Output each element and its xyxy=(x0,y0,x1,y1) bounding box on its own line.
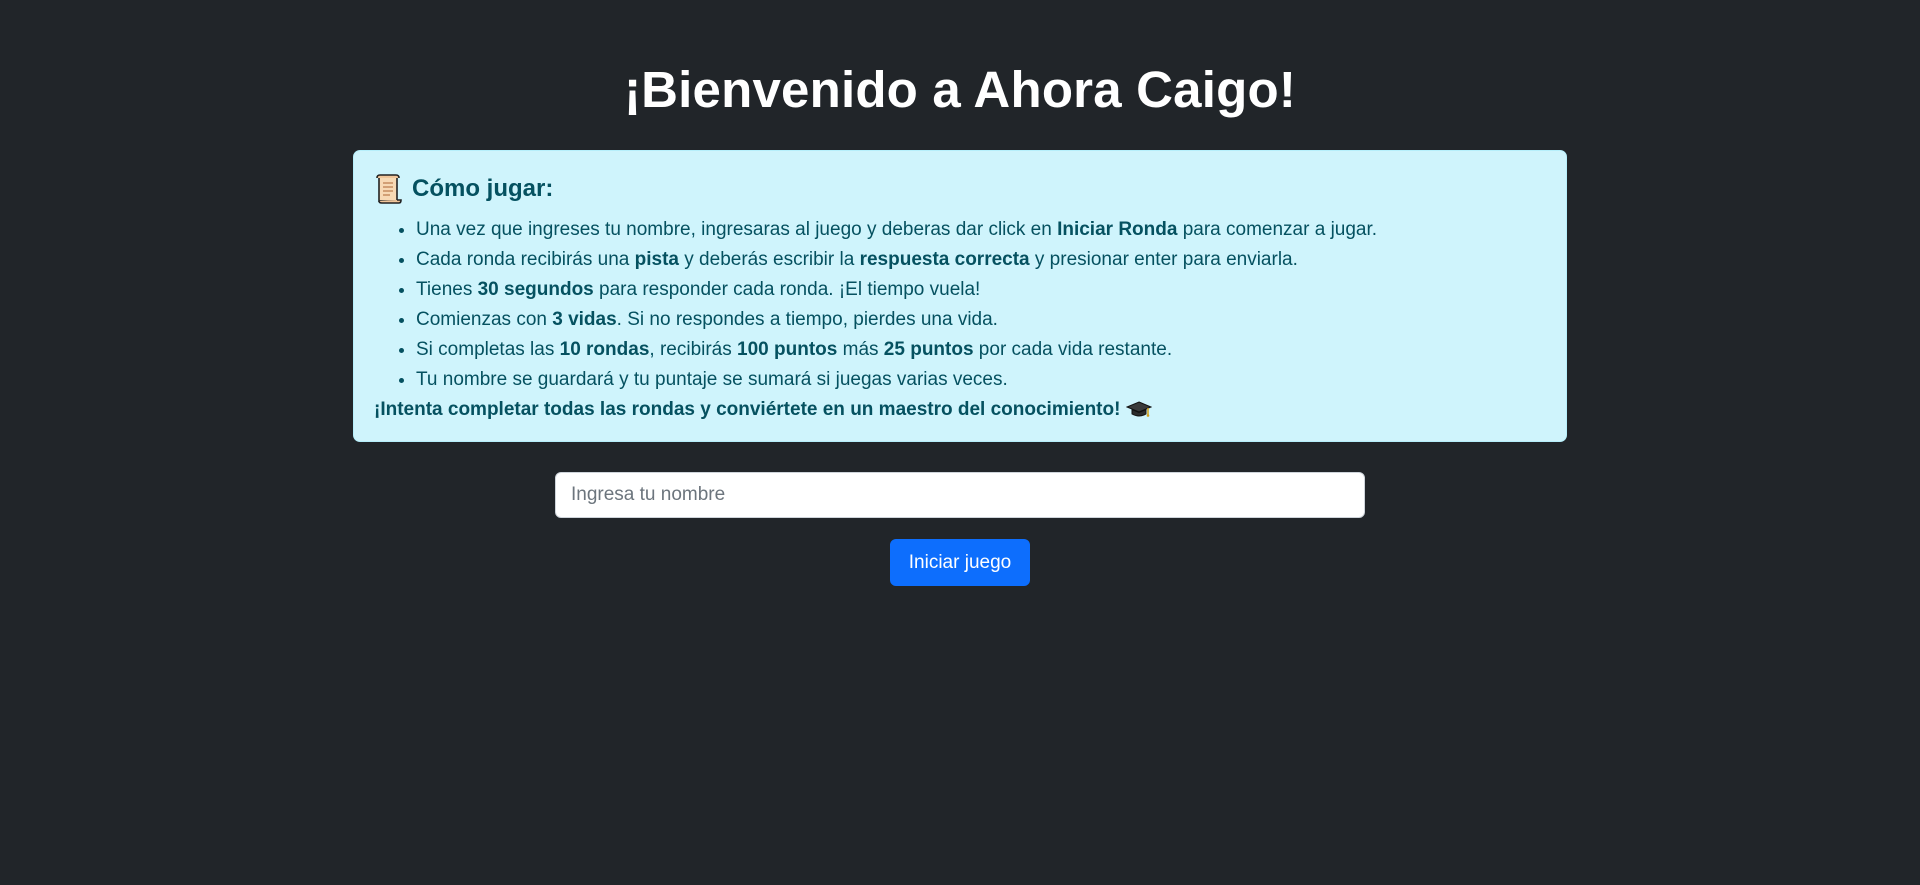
rule-emphasis: 10 rondas xyxy=(559,339,650,360)
rule-emphasis: 100 puntos xyxy=(737,339,838,360)
rule-text: Tu nombre se guardará y tu puntaje se su… xyxy=(416,369,1008,390)
rule-item: Cada ronda recibirás una pista y deberás… xyxy=(416,245,1546,275)
rule-emphasis: 25 puntos xyxy=(883,339,974,360)
instructions-title: Cómo jugar: xyxy=(412,175,554,202)
rule-text: para responder cada ronda. ¡El tiempo vu… xyxy=(593,279,981,300)
rule-text: Si completas las xyxy=(416,339,560,360)
rule-item: Una vez que ingreses tu nombre, ingresar… xyxy=(416,215,1546,245)
page-title: ¡Bienvenido a Ahora Caigo! xyxy=(623,61,1297,118)
rule-text: . Si no respondes a tiempo, pierdes una … xyxy=(616,309,998,330)
rule-item: Si completas las 10 rondas, recibirás 10… xyxy=(416,335,1546,365)
rule-text: y deberás escribir la xyxy=(679,249,860,270)
page: ¡Bienvenido a Ahora Caigo! Cómo jugar: U… xyxy=(0,0,1920,885)
rule-emphasis: 30 segundos xyxy=(477,279,594,300)
rule-text: por cada vida restante. xyxy=(973,339,1173,360)
instructions-header: Cómo jugar: xyxy=(374,171,1546,207)
rule-item: Tu nombre se guardará y tu puntaje se su… xyxy=(416,365,1546,395)
scroll-icon xyxy=(374,174,402,204)
name-input[interactable] xyxy=(555,472,1365,518)
rule-item: Comienzas con 3 vidas. Si no respondes a… xyxy=(416,305,1546,335)
rule-text: Una vez que ingreses tu nombre, ingresar… xyxy=(416,219,1058,240)
rule-text: para comenzar a jugar. xyxy=(1177,219,1378,240)
rule-emphasis: Iniciar Ronda xyxy=(1057,219,1178,240)
rules-list: Una vez que ingreses tu nombre, ingresar… xyxy=(374,215,1546,395)
graduation-cap-icon xyxy=(1126,400,1153,420)
rule-item: Tienes 30 segundos para responder cada r… xyxy=(416,275,1546,305)
rule-emphasis: respuesta correcta xyxy=(859,249,1030,270)
start-game-button[interactable]: Iniciar juego xyxy=(890,539,1030,586)
rule-text: más xyxy=(837,339,884,360)
rule-text: Comienzas con xyxy=(416,309,553,330)
rule-emphasis: 3 vidas xyxy=(552,309,617,330)
closing-message: ¡Intenta completar todas las rondas y co… xyxy=(374,395,1546,425)
rule-text: y presionar enter para enviarla. xyxy=(1029,249,1298,270)
closing-text: ¡Intenta completar todas las rondas y co… xyxy=(374,399,1121,420)
rule-text: Cada ronda recibirás una xyxy=(416,249,635,270)
rule-emphasis: pista xyxy=(634,249,679,270)
instructions-panel: Cómo jugar: Una vez que ingreses tu nomb… xyxy=(353,150,1567,442)
rule-text: Tienes xyxy=(416,279,478,300)
rule-text: , recibirás xyxy=(649,339,738,360)
